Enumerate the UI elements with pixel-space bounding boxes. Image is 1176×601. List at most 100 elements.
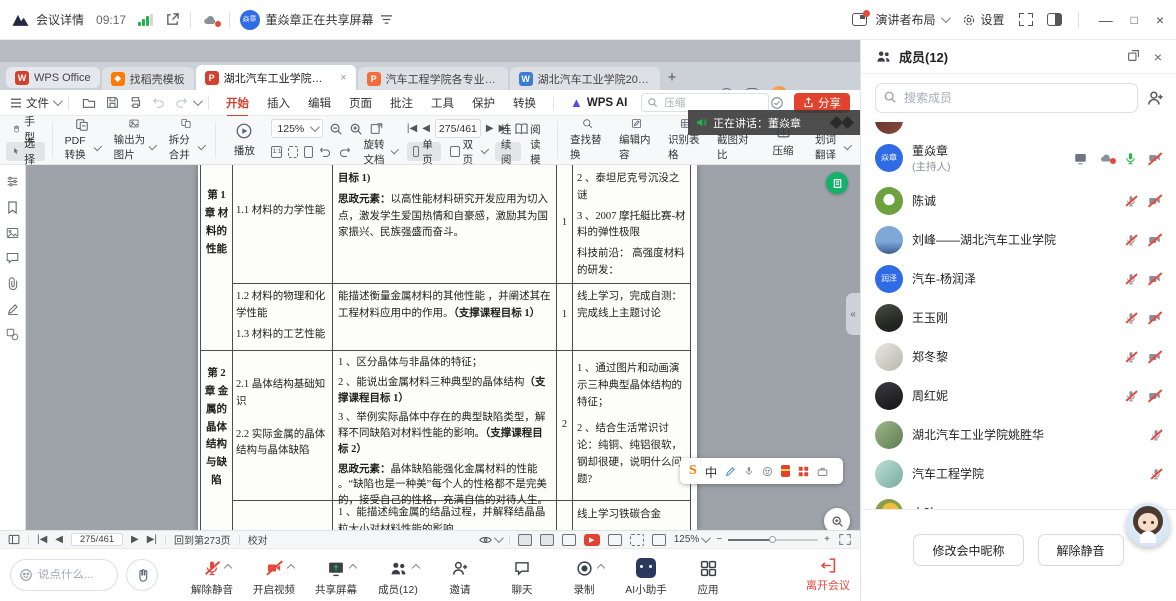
book-view-icon[interactable] [514,122,529,135]
minimize-button[interactable]: — [1099,12,1113,28]
single-page-button[interactable]: 单页 [407,142,442,161]
ai-assistant-button[interactable]: AI小助手 [620,553,672,597]
wps-ai-button[interactable]: ▲WPS AI [562,95,635,110]
page-frame-icon[interactable] [304,146,314,158]
chat-button[interactable]: 聊天 [496,553,548,597]
close-button[interactable]: × [1156,12,1164,28]
wps-home-tab[interactable]: W WPS Office [6,67,100,88]
status-zoom-combo[interactable]: 125% [674,534,709,545]
panel-close-icon[interactable]: × [1154,49,1162,65]
raise-hand-button[interactable] [126,559,158,591]
leave-meeting-button[interactable]: 离开会议 [806,557,850,593]
ime-toolbox-icon[interactable] [817,466,828,477]
fit-visible-icon[interactable] [652,534,666,546]
member-row[interactable]: 陈诚 [861,181,1176,220]
rotate-left-icon[interactable] [319,146,332,158]
member-row[interactable]: 王玉刚 [861,298,1176,337]
sidebar-toggle-button[interactable] [1047,13,1062,26]
member-row-host[interactable]: 焱章 董焱章(主持人) [861,135,1176,181]
status-last-page-icon[interactable]: ▶| [147,534,157,545]
ime-mic-icon[interactable] [744,465,754,477]
image-panel-icon[interactable] [6,227,19,239]
menu-edit[interactable]: 编辑 [299,95,340,111]
actual-size-icon[interactable]: 1:1 [271,146,282,158]
quickbar-more-icon[interactable] [193,96,203,106]
back-to-page-link[interactable]: 回到第273页 [174,532,231,547]
quick-chat-input[interactable] [38,569,102,581]
magnifier-float-button[interactable] [824,508,850,530]
rename-button[interactable]: 修改会中昵称 [913,534,1023,566]
member-row[interactable]: 润泽 汽车-杨润泽 [861,259,1176,298]
edit-content-button[interactable]: 编辑内容 [614,118,658,162]
share-screen-button[interactable]: 共享屏幕 [310,553,362,597]
crop-page-icon[interactable] [288,146,298,158]
quick-chat-box[interactable] [10,559,118,591]
ai-assistant-avatar[interactable] [1126,503,1170,547]
status-fullscreen-icon[interactable] [839,534,850,544]
ime-apps-icon[interactable] [798,466,809,477]
undo-icon[interactable] [152,97,165,108]
highlighter-icon[interactable] [7,303,19,315]
zoom-out-icon[interactable] [329,122,343,136]
comment-panel-icon[interactable] [6,252,19,264]
member-row[interactable]: 汽车工程学院 [861,454,1176,493]
panel-collapse-handle[interactable]: « [846,293,860,335]
pdf-convert-button[interactable]: PDF转换 [60,118,104,162]
members-button[interactable]: 成员(12) [372,553,424,597]
doc-assistant-float-button[interactable] [826,172,848,194]
ime-language-mode[interactable]: 中 [705,462,718,481]
print-icon[interactable] [129,96,142,109]
fit-width-icon[interactable] [608,534,622,546]
rotate-doc-button[interactable]: 旋转文档 [357,142,401,161]
pdf-document-tab[interactable]: P 湖北汽车工业学院汽车服务工程专 × [196,65,356,90]
word-document-tab[interactable]: W 湖北汽车工业学院2026版本科专 [510,67,660,90]
prev-page-icon[interactable]: ◀ [422,123,430,134]
menu-home[interactable]: 开始 [217,95,258,111]
settings-button[interactable]: 设置 [962,11,1005,28]
sogou-logo-icon[interactable]: S [689,463,697,479]
menu-tools[interactable]: 工具 [422,95,463,111]
sharing-menu-icon[interactable] [380,14,393,25]
redo-icon[interactable] [175,97,188,108]
apps-button[interactable]: 应用 [682,553,734,597]
ppt-document-tab[interactable]: P 汽车工程学院各专业课程体系汇总版 [358,67,508,90]
new-tab-button[interactable]: + [668,69,677,86]
attachment-icon[interactable] [7,277,19,290]
page-number-field[interactable]: 275/461 [435,119,481,138]
file-menu[interactable]: 文件 [10,95,60,111]
record-button[interactable]: 录制 [558,553,610,597]
zoom-slider[interactable]: −+ [716,534,830,545]
docer-template-tab[interactable]: ◆ 找稻壳模板 [102,67,194,90]
status-next-page-icon[interactable]: ▶ [131,534,139,545]
menu-insert[interactable]: 插入 [258,95,299,111]
shapes-icon[interactable] [6,328,19,341]
open-folder-icon[interactable] [82,97,96,109]
member-row-partial[interactable] [861,122,1176,135]
member-row[interactable]: 周红妮 [861,376,1176,415]
member-row[interactable]: 小叶 [861,493,1176,509]
ime-redpacket-icon[interactable] [781,465,790,477]
unmute-member-button[interactable]: 解除静音 [1038,534,1124,566]
first-page-icon[interactable]: |◀ [407,123,417,134]
menu-protect[interactable]: 保护 [463,95,504,111]
continuous-read-button[interactable]: 连续阅读 [495,142,521,161]
meeting-detail-button[interactable]: 会议详情 [36,11,84,28]
mute-button[interactable]: 解除静音 [186,553,238,597]
zoom-in-icon[interactable] [349,122,363,136]
double-page-button[interactable]: 双页 [444,142,492,161]
read-mode-button[interactable]: 阅读模式 [524,142,550,161]
play-slideshow-button[interactable]: ▶ [584,534,600,546]
camera-button[interactable]: 开启视频 [248,553,300,597]
menu-convert[interactable]: 转换 [504,95,545,111]
fit-page-icon[interactable] [369,122,384,136]
bookmark-icon[interactable] [7,201,18,214]
cloud-status-icon[interactable] [201,13,219,27]
single-view-icon[interactable] [540,534,554,546]
panel-toggle-icon[interactable] [6,175,19,188]
invite-button[interactable]: 邀请 [434,553,486,597]
double-view-icon[interactable] [562,534,576,546]
member-row[interactable]: 刘峰——湖北汽车工业学院 [861,220,1176,259]
next-page-icon[interactable]: ▶ [486,123,494,134]
member-search[interactable] [875,83,1138,113]
maximize-button[interactable]: □ [1131,13,1138,27]
